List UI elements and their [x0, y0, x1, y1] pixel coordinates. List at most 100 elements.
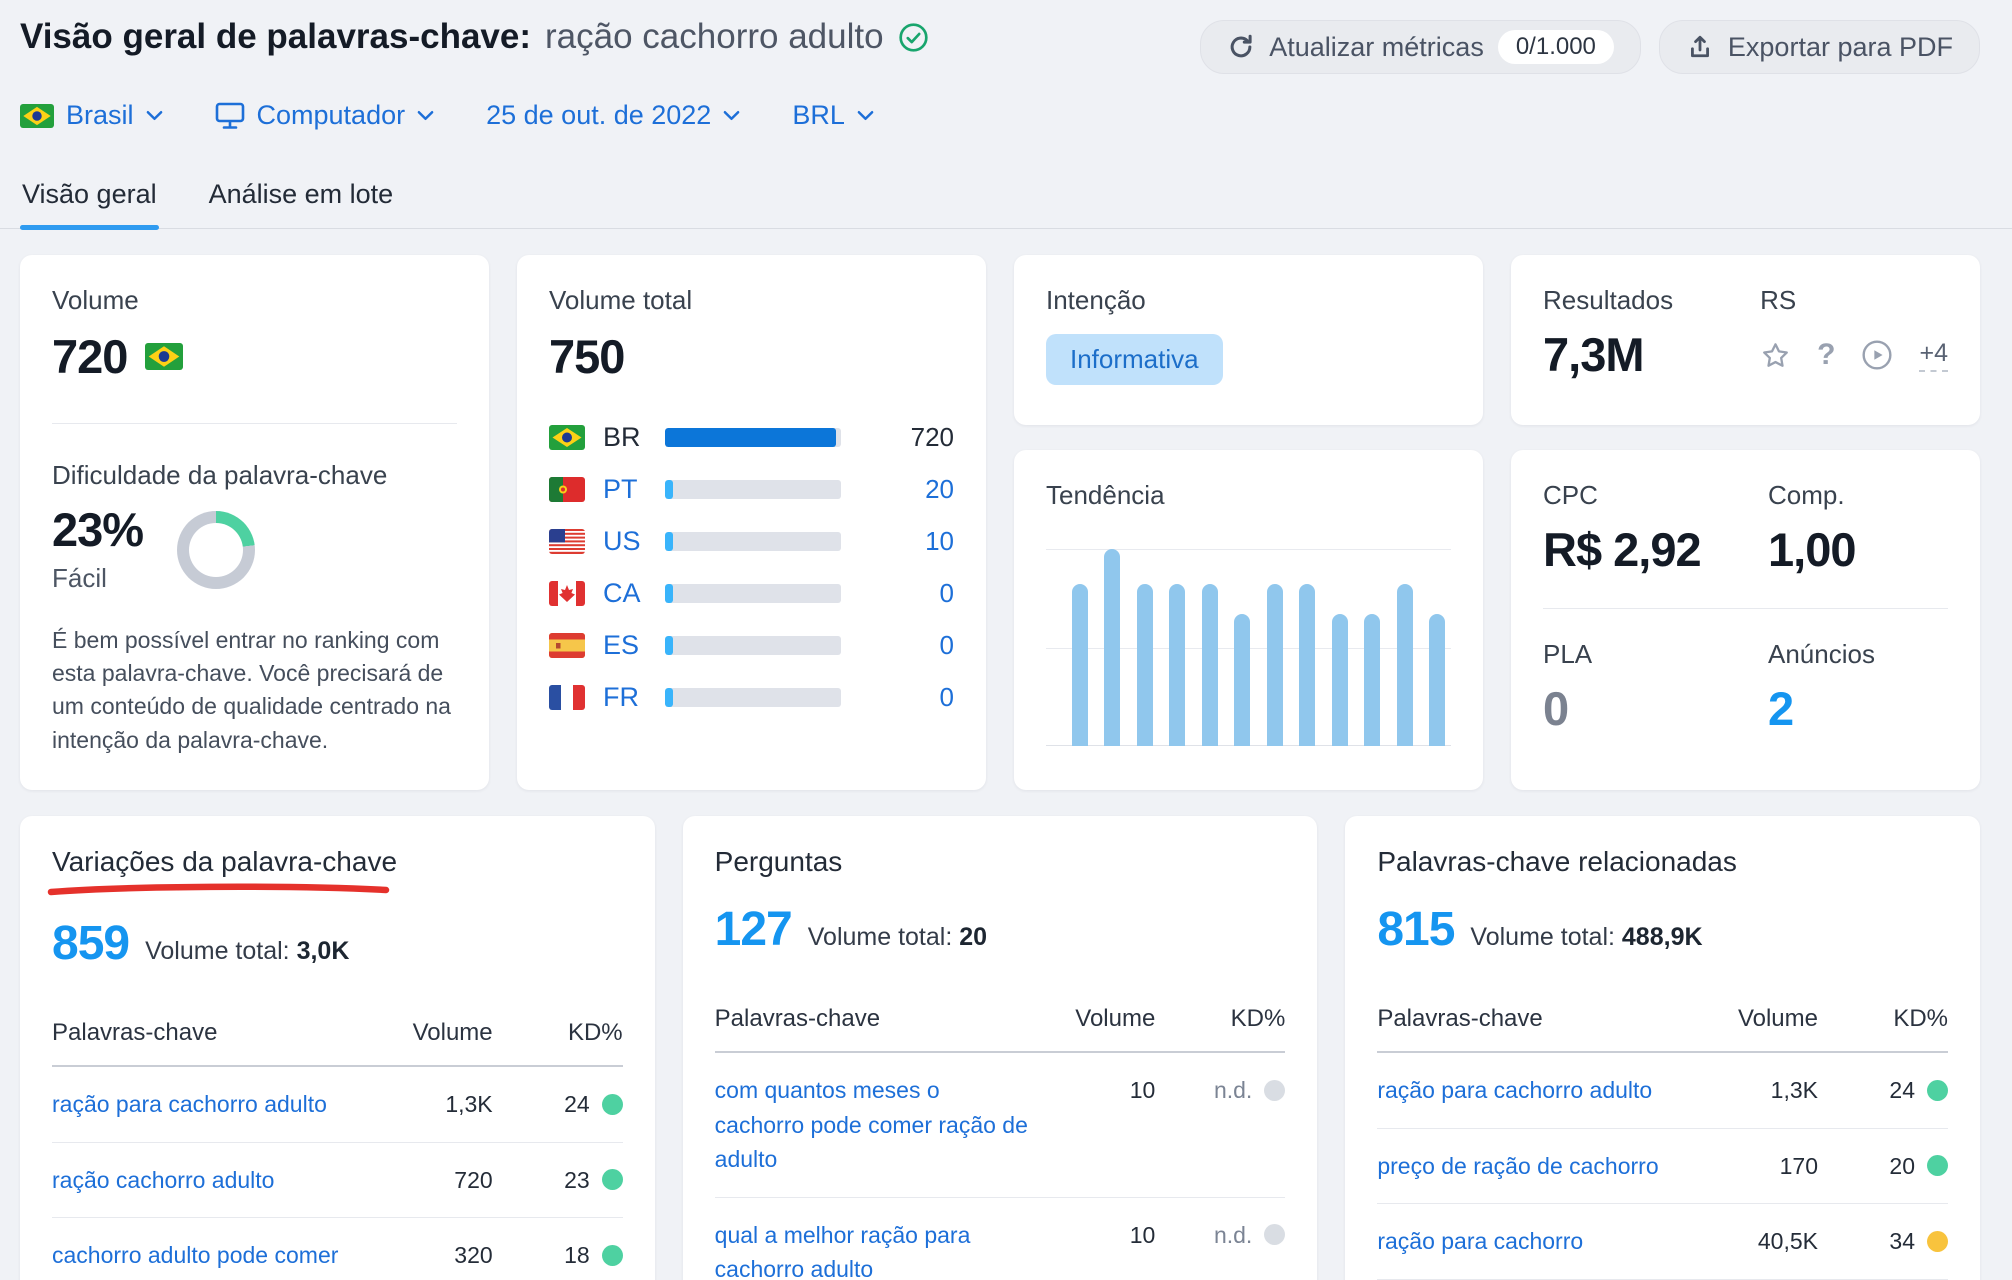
ads-value[interactable]: 2: [1768, 684, 1948, 733]
kd-value: 23%: [52, 505, 143, 554]
section-count[interactable]: 859: [52, 916, 129, 971]
trend-bar: [1169, 584, 1185, 746]
kd-value: n.d.: [1214, 1218, 1252, 1253]
country-row: PT 20: [549, 463, 954, 515]
currency-filter-label: BRL: [792, 100, 845, 131]
keyword-overview-page: Visão geral de palavras-chave: ração cac…: [0, 0, 2012, 1280]
filter-bar: Brasil Computador 25 de out. de 2022 BRL: [20, 100, 2012, 131]
country-volume-value: 0: [841, 630, 954, 661]
red-underline-annotation: [46, 882, 391, 898]
trend-bar: [1072, 584, 1088, 746]
flag-br-icon: [549, 425, 585, 450]
keyword-row: ração para cachorro adulto1,3K24: [1377, 1053, 1948, 1129]
kd-value: 34: [1889, 1224, 1915, 1259]
divider: [1543, 608, 1948, 609]
kd-value: n.d.: [1214, 1073, 1252, 1108]
refresh-metrics-button[interactable]: Atualizar métricas 0/1.000: [1200, 20, 1641, 74]
country-rows: BR720PT20US10CA0ES0FR0: [549, 411, 954, 723]
keyword-volume: 10: [1045, 1218, 1155, 1253]
cpc-card: CPC R$ 2,92 Comp. 1,00 PLA 0: [1511, 450, 1980, 790]
bar-tick: [665, 688, 673, 707]
section-title: Palavras-chave relacionadas: [1377, 846, 1737, 877]
country-row: FR0: [549, 671, 954, 723]
star-icon[interactable]: [1760, 340, 1791, 371]
country-code-es[interactable]: ES: [603, 630, 665, 661]
country-volume-value: 20: [841, 474, 954, 505]
bar-tick: [665, 480, 673, 499]
section-count[interactable]: 815: [1377, 902, 1454, 957]
flag-pt-icon: [549, 477, 585, 502]
header: Visão geral de palavras-chave: ração cac…: [0, 0, 2012, 74]
kd-dot: [602, 1245, 623, 1266]
results-cpc-column: Resultados 7,3M RS ?: [1511, 255, 1980, 790]
country-volume-value: 0: [841, 578, 954, 609]
intent-badge[interactable]: Informativa: [1046, 334, 1223, 385]
country-volume-bar: [665, 584, 841, 603]
kd-donut-chart: [177, 511, 255, 589]
kd-value: 24: [564, 1087, 590, 1122]
country-code-ca[interactable]: CA: [603, 578, 665, 609]
kd-value: 24: [1889, 1073, 1915, 1108]
date-filter[interactable]: 25 de out. de 2022: [486, 100, 740, 131]
play-circle-icon[interactable]: [1861, 339, 1893, 371]
trend-bar: [1267, 584, 1283, 746]
refresh-button-label: Atualizar métricas: [1269, 32, 1484, 63]
pla-label: PLA: [1543, 639, 1768, 670]
device-filter[interactable]: Computador: [215, 100, 435, 131]
tab-visao-geral[interactable]: Visão geral: [20, 171, 159, 228]
keyword-kd: 20: [1818, 1149, 1948, 1184]
country-volume-bar: [665, 636, 841, 655]
section-count[interactable]: 127: [715, 902, 792, 957]
trend-bar: [1299, 584, 1315, 746]
export-pdf-button[interactable]: Exportar para PDF: [1659, 20, 1980, 74]
country-volume-bar: [665, 428, 841, 447]
currency-filter[interactable]: BRL: [792, 100, 874, 131]
keyword-link[interactable]: cachorro adulto pode comer ração de filh…: [52, 1238, 383, 1280]
keyword-table: com quantos meses o cachorro pode comer …: [715, 1053, 1286, 1280]
country-filter[interactable]: Brasil: [20, 100, 163, 131]
refresh-quota-badge: 0/1.000: [1498, 30, 1614, 64]
keyword-link[interactable]: ração para cachorro: [1377, 1224, 1708, 1259]
country-code-br: BR: [603, 422, 665, 453]
results-card: Resultados 7,3M RS ?: [1511, 255, 1980, 425]
section-title: Perguntas: [715, 846, 843, 877]
cpc-label: CPC: [1543, 480, 1768, 511]
kd-dot: [1264, 1224, 1285, 1245]
more-metrics-link[interactable]: +4: [1919, 339, 1948, 372]
keyword-link[interactable]: preço de ração de cachorro: [1377, 1149, 1708, 1184]
country-code-pt[interactable]: PT: [603, 474, 665, 505]
kd-level: Fácil: [52, 563, 143, 594]
col-keywords: Palavras-chave: [1377, 1005, 1708, 1033]
variations-section: Variações da palavra-chave 859 Volume to…: [20, 816, 655, 1280]
results-value: 7,3M: [1543, 330, 1760, 379]
country-row: BR720: [549, 411, 954, 463]
keyword-volume: 1,3K: [383, 1087, 493, 1122]
flag-br-icon: [145, 343, 183, 370]
table-header: Palavras-chave Volume KD%: [715, 1005, 1286, 1053]
keyword-link[interactable]: ração para cachorro adulto: [52, 1087, 383, 1122]
country-volume-bar: [665, 480, 841, 499]
page-title: Visão geral de palavras-chave: ração cac…: [20, 16, 929, 58]
keyword-table: ração para cachorro adulto1,3K 24 ração ca…: [52, 1067, 623, 1280]
ads-label: Anúncios: [1768, 639, 1948, 670]
keyword-volume: 40,5K: [1708, 1224, 1818, 1259]
help-icon[interactable]: ?: [1817, 338, 1835, 372]
keyword-row: cachorro adulto pode comer ração de filh…: [52, 1218, 623, 1280]
chevron-down-icon: [146, 110, 163, 121]
tab-analise-em-lote[interactable]: Análise em lote: [207, 171, 396, 228]
volume-total-value: 750: [549, 332, 624, 381]
kd-dot: [1264, 1080, 1285, 1101]
keyword-row: ração para cachorro40,5K 34: [1377, 1204, 1948, 1280]
country-code-fr[interactable]: FR: [603, 682, 665, 713]
keyword-link[interactable]: ração cachorro adulto: [52, 1163, 383, 1198]
country-code-us[interactable]: US: [603, 526, 665, 557]
keyword-link[interactable]: qual a melhor ração para cachorro adulto: [715, 1218, 1046, 1280]
col-keywords: Palavras-chave: [715, 1005, 1046, 1033]
country-row: ES 0: [549, 619, 954, 671]
questions-section: Perguntas 127 Volume total: 20 Palavras-…: [683, 816, 1318, 1280]
bar-fill: [665, 428, 836, 447]
trend-bar: [1332, 614, 1348, 746]
keyword-link[interactable]: com quantos meses o cachorro pode comer …: [715, 1073, 1046, 1177]
keyword-row: qual a melhor ração para cachorro adulto…: [715, 1198, 1286, 1280]
keyword-link[interactable]: ração para cachorro adulto: [1377, 1073, 1708, 1108]
